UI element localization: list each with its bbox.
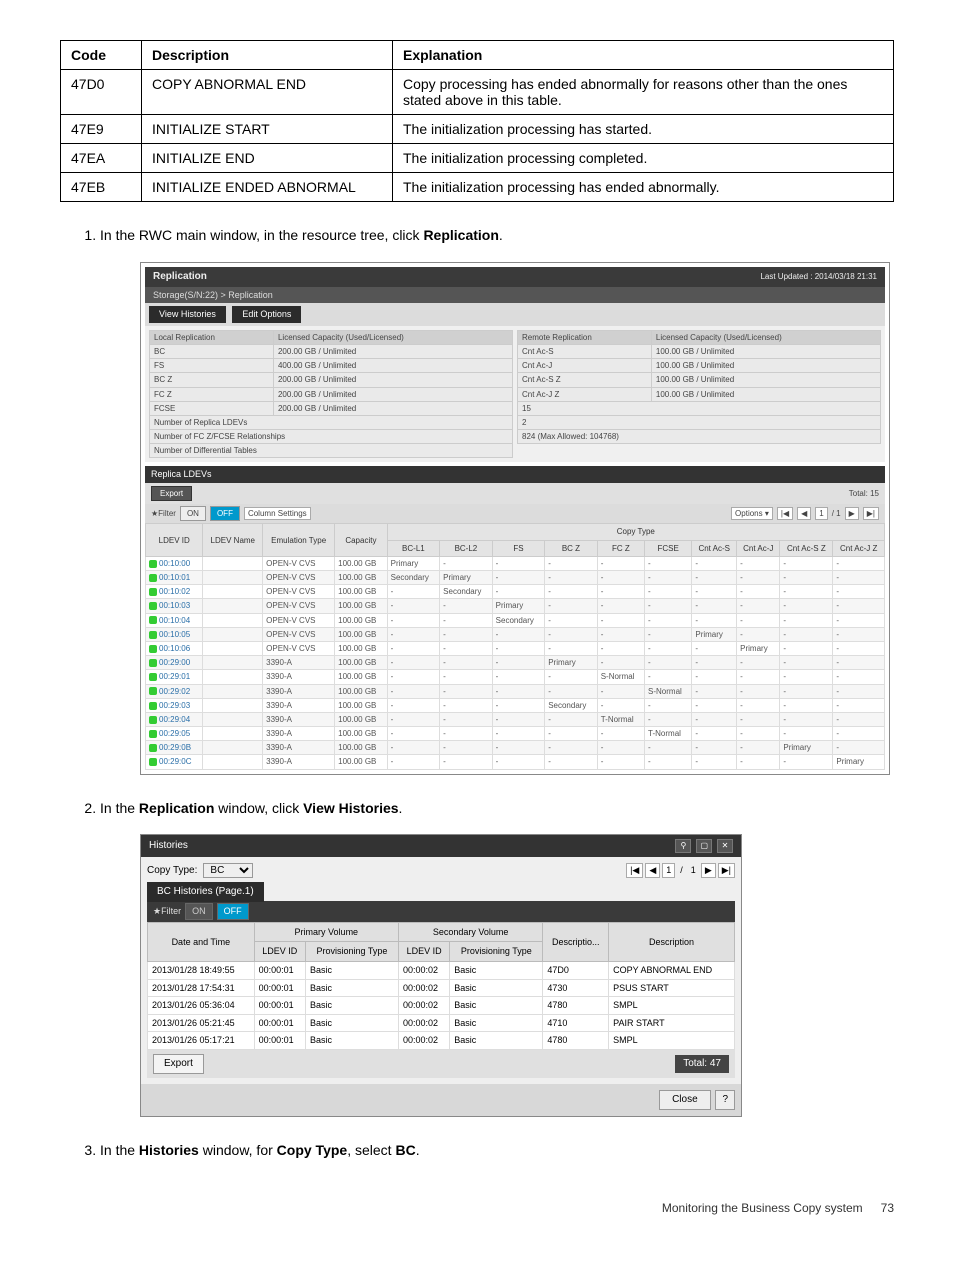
replica-ldevs-label: Replica LDEVs xyxy=(145,466,885,483)
export-button[interactable]: Export xyxy=(151,486,192,501)
filter-off[interactable]: OFF xyxy=(210,506,240,521)
table-row: 00:29:053390-A100.00 GB-----T-Normal---- xyxy=(146,727,885,741)
volume-icon xyxy=(149,702,157,710)
histories-title: Histories xyxy=(149,839,188,853)
last-updated: Last Updated : 2014/03/18 21:31 xyxy=(760,271,877,282)
step-2: In the Replication window, click View Hi… xyxy=(100,799,894,1117)
table-row: 00:29:043390-A100.00 GB----T-Normal----- xyxy=(146,712,885,726)
replication-title: Replication xyxy=(153,270,207,284)
volume-icon xyxy=(149,602,157,610)
volume-icon xyxy=(149,659,157,667)
table-row: 00:10:03OPEN-V CVS100.00 GB--Primary----… xyxy=(146,599,885,613)
table-row: 2013/01/26 05:17:2100:00:01Basic00:00:02… xyxy=(148,1032,735,1050)
volume-icon xyxy=(149,588,157,596)
table-row: 47E9INITIALIZE STARTThe initialization p… xyxy=(61,115,894,144)
replica-table: LDEV ID LDEV Name Emulation Type Capacit… xyxy=(145,523,885,769)
table-row: 2013/01/28 17:54:3100:00:01Basic00:00:02… xyxy=(148,979,735,997)
replication-toolbar: View Histories Edit Options xyxy=(145,303,885,326)
code-header-expl: Explanation xyxy=(393,41,894,70)
table-row: 47D0COPY ABNORMAL ENDCopy processing has… xyxy=(61,70,894,115)
code-header-code: Code xyxy=(61,41,142,70)
table-row: 2013/01/26 05:36:0400:00:01Basic00:00:02… xyxy=(148,997,735,1015)
volume-icon xyxy=(149,730,157,738)
total-count: Total: 15 xyxy=(849,488,879,499)
volume-icon xyxy=(149,616,157,624)
copy-type-label: Copy Type: xyxy=(147,864,197,878)
close-button[interactable]: Close xyxy=(659,1090,711,1110)
window-controls: ⚲ ▢ ✕ xyxy=(673,839,733,853)
table-row: 2013/01/28 18:49:5500:00:01Basic00:00:02… xyxy=(148,962,735,980)
table-row: 00:10:04OPEN-V CVS100.00 GB--Secondary--… xyxy=(146,613,885,627)
histories-table: Date and Time Primary Volume Secondary V… xyxy=(147,922,735,1050)
page-footer: Monitoring the Business Copy system 73 xyxy=(60,1201,894,1215)
tab-edit-options[interactable]: Edit Options xyxy=(232,306,301,323)
hist-export-button[interactable]: Export xyxy=(153,1054,204,1074)
table-row: 00:29:033390-A100.00 GB---Secondary-----… xyxy=(146,698,885,712)
maximize-icon[interactable]: ▢ xyxy=(696,839,712,853)
filter-on[interactable]: ON xyxy=(180,506,206,521)
volume-icon xyxy=(149,673,157,681)
volume-icon xyxy=(149,744,157,752)
page-last[interactable]: ▶| xyxy=(718,863,735,878)
table-row: 2013/01/26 05:21:4500:00:01Basic00:00:02… xyxy=(148,1014,735,1032)
footer-page: 73 xyxy=(881,1201,894,1215)
volume-icon xyxy=(149,716,157,724)
table-row: 47EBINITIALIZE ENDED ABNORMALThe initial… xyxy=(61,173,894,202)
volume-icon xyxy=(149,687,157,695)
hist-filter-off[interactable]: OFF xyxy=(217,903,249,920)
page-prev[interactable]: ◀ xyxy=(645,863,660,878)
histories-tab[interactable]: BC Histories (Page.1) xyxy=(147,882,264,902)
volume-icon xyxy=(149,574,157,582)
volume-icon xyxy=(149,645,157,653)
page-first[interactable]: |◀ xyxy=(626,863,643,878)
table-row: 00:29:0B3390-A100.00 GB--------Primary- xyxy=(146,741,885,755)
code-header-desc: Description xyxy=(142,41,393,70)
breadcrumb[interactable]: Storage(S/N:22) > Replication xyxy=(145,287,885,304)
page-total: 1 xyxy=(688,864,699,877)
volume-icon xyxy=(149,758,157,766)
volume-icon xyxy=(149,560,157,568)
code-table: Code Description Explanation 47D0COPY AB… xyxy=(60,40,894,202)
table-row: 00:10:02OPEN-V CVS100.00 GB-Secondary---… xyxy=(146,585,885,599)
copy-type-select[interactable]: BC xyxy=(203,863,253,878)
table-row: 00:29:013390-A100.00 GB----S-Normal----- xyxy=(146,670,885,684)
table-row: 00:29:003390-A100.00 GB---Primary------ xyxy=(146,656,885,670)
table-row: 00:29:0C3390-A100.00 GB---------Primary xyxy=(146,755,885,769)
step-1: In the RWC main window, in the resource … xyxy=(100,226,894,775)
tab-view-histories[interactable]: View Histories xyxy=(149,306,226,323)
page-current: 1 xyxy=(662,863,675,878)
replication-screenshot: Replication Last Updated : 2014/03/18 21… xyxy=(140,262,890,775)
table-row: 00:10:06OPEN-V CVS100.00 GB-------Primar… xyxy=(146,641,885,655)
filter-icon[interactable]: ⚲ xyxy=(675,839,691,853)
histories-screenshot: Histories ⚲ ▢ ✕ Copy Type: BC |◀ ◀ 1 xyxy=(140,834,742,1117)
help-button[interactable]: ? xyxy=(715,1090,735,1110)
volume-icon xyxy=(149,631,157,639)
table-row: 00:10:01OPEN-V CVS100.00 GBSecondaryPrim… xyxy=(146,571,885,585)
step-3: In the Histories window, for Copy Type, … xyxy=(100,1141,894,1161)
table-row: 00:29:023390-A100.00 GB-----S-Normal---- xyxy=(146,684,885,698)
footer-section: Monitoring the Business Copy system xyxy=(662,1201,863,1215)
table-row: 00:10:05OPEN-V CVS100.00 GB------Primary… xyxy=(146,627,885,641)
column-settings-button[interactable]: Column Settings xyxy=(244,507,311,520)
table-row: 47EAINITIALIZE ENDThe initialization pro… xyxy=(61,144,894,173)
close-icon[interactable]: ✕ xyxy=(717,839,733,853)
steps-list: In the RWC main window, in the resource … xyxy=(60,226,894,1161)
hist-filter-on[interactable]: ON xyxy=(185,903,213,920)
options-button[interactable]: Options ▾ xyxy=(731,507,773,520)
table-row: 00:10:00OPEN-V CVS100.00 GBPrimary------… xyxy=(146,556,885,570)
page-next[interactable]: ▶ xyxy=(701,863,716,878)
